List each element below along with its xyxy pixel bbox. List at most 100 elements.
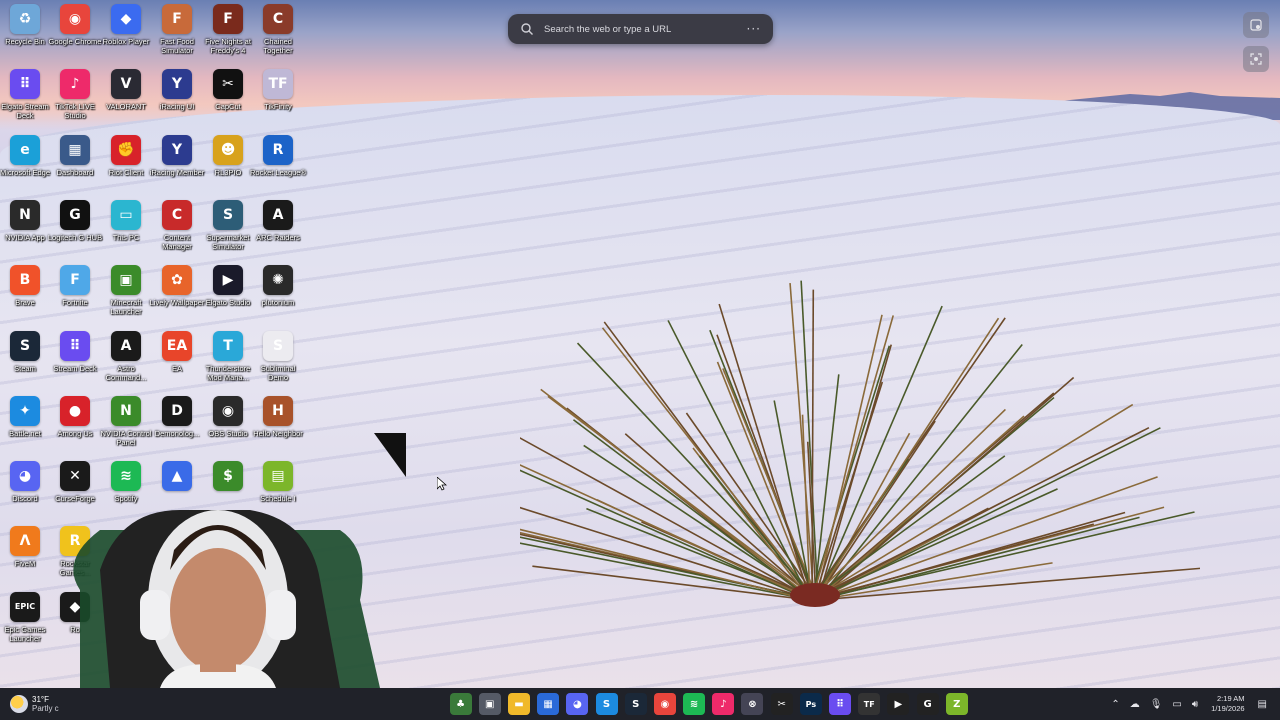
taskbar-photoshop-icon[interactable]: Ps: [799, 693, 822, 715]
desktop-icon[interactable]: ✺ plutonium: [253, 261, 303, 323]
chevron-up-icon[interactable]: ⌃: [1111, 699, 1119, 710]
desktop-icon[interactable]: C Content Manager: [152, 196, 202, 258]
weather-widget[interactable]: 31°F Partly c: [10, 690, 59, 718]
taskbar-file-explorer-icon[interactable]: ▬: [507, 693, 530, 715]
desktop-icon[interactable]: TF TikFinity: [253, 65, 303, 127]
clock-time: 2:19 AM: [1217, 694, 1245, 703]
desktop-icon[interactable]: ✂ CapCut: [203, 65, 253, 127]
taskbar-app-green-icon[interactable]: Z: [945, 693, 968, 715]
clock[interactable]: 2:19 AM 1/19/2026: [1211, 694, 1244, 714]
visual-search-button[interactable]: [1243, 46, 1269, 72]
desktop-icon[interactable]: ● Among Us: [50, 392, 100, 454]
desktop-icon[interactable]: N NVIDIA App: [0, 196, 50, 258]
taskbar-task-view-icon[interactable]: ▣: [478, 693, 501, 715]
volume-icon[interactable]: 🔊︎: [1192, 699, 1198, 710]
desktop-icon-label: Minecraft Launcher: [110, 298, 142, 317]
desktop-icon[interactable]: T Thunderstore Mod Mana...: [203, 327, 253, 389]
desktop-icon[interactable]: ▭ This PC: [101, 196, 151, 258]
desktop-icon[interactable]: F Fortnite: [50, 261, 100, 323]
app-icon: N: [111, 395, 141, 426]
desktop-icon[interactable]: ⠿ Stream Deck: [50, 327, 100, 389]
app-icon: ◉: [213, 395, 243, 426]
taskbar-record-icon[interactable]: ⊗: [741, 693, 764, 715]
desktop-icon-label: plutonium: [261, 298, 295, 308]
cloud-icon[interactable]: ☁: [1130, 699, 1140, 710]
taskbar-ghub-icon[interactable]: G: [916, 693, 939, 715]
desktop-icon[interactable]: YiRacing Member: [149, 131, 205, 193]
desktop-icon-label: Google Chrome: [48, 37, 102, 46]
desktop-icon[interactable]: R Rocket League®: [250, 131, 306, 193]
app-icon: ▭: [111, 199, 141, 230]
taskbar-chrome-icon[interactable]: ◉: [653, 693, 676, 715]
desktop-icon[interactable]: e Microsoft Edge: [0, 131, 50, 193]
desktop-icon[interactable]: ◉ Google Chrome: [48, 0, 102, 62]
desktop-icon[interactable]: F Fast Food Simulator: [152, 0, 202, 62]
more-options-icon[interactable]: ···: [747, 22, 761, 36]
plant-leaf: [520, 437, 815, 601]
search-bar[interactable]: ···: [508, 14, 773, 44]
taskbar-stream-deck-icon[interactable]: ⠿: [829, 693, 852, 715]
desktop-icon[interactable]: D Demonolog...: [152, 392, 202, 454]
taskbar-spotify-icon[interactable]: ≋: [683, 693, 706, 715]
desktop-icon[interactable]: B Brave: [0, 261, 50, 323]
desktop-icon[interactable]: ✿ Lively Wallpaper: [150, 261, 204, 323]
desktop-icon-label: Hello Neighbor: [253, 428, 303, 438]
microphone-icon[interactable]: 🎙︎: [1150, 699, 1163, 710]
desktop-icon-label: Content Manager: [162, 232, 192, 251]
plant-leaf: [813, 476, 1158, 601]
desktop-icon-label: TikTok LIVE Studio: [55, 102, 95, 121]
app-icon: Y: [162, 134, 192, 165]
taskbar-tikfinity-icon[interactable]: TF: [858, 693, 881, 715]
app-icon: A: [263, 199, 293, 230]
copilot-icon: [1250, 19, 1262, 31]
taskbar-discord-icon[interactable]: ◕: [566, 693, 589, 715]
taskbar-shazam-icon[interactable]: S: [595, 693, 618, 715]
taskbar-apps: ♣ ▣ ▬ ▦ ◕ S S ◉ ≋ ♪ ⊗ ✂ Ps ⠿ TF ▶ G Z: [446, 688, 971, 720]
app-icon: G: [60, 199, 90, 230]
taskbar-store-icon[interactable]: ▦: [537, 693, 560, 715]
desktop-icon[interactable]: S Supermarket Simulator: [203, 196, 253, 258]
search-input[interactable]: [542, 22, 747, 36]
weather-temp: 31°F: [32, 695, 49, 704]
desktop-icon[interactable]: F Five Nights at Freddy's 4: [203, 0, 253, 62]
desktop-icon[interactable]: C Chained Together: [253, 0, 303, 62]
screenshot-button[interactable]: [1243, 12, 1269, 38]
desktop-icon[interactable]: ▦ Dashboard: [50, 131, 100, 193]
desktop-icon[interactable]: EA EA: [152, 327, 202, 389]
desktop-icon[interactable]: ◉ OBS Studio: [203, 392, 253, 454]
app-icon: C: [162, 199, 192, 230]
desktop-icon[interactable]: ✊ Riot Client: [101, 131, 151, 193]
desktop-icon[interactable]: N NVIDIA Control Panel: [101, 392, 151, 454]
clock-date: 1/19/2026: [1211, 704, 1245, 713]
desktop-icon[interactable]: ▶ Elgato Studio: [203, 261, 253, 323]
desktop-icon[interactable]: ⠿ Elgato Stream Deck: [0, 65, 50, 127]
desktop-icon[interactable]: V VALORANT: [101, 65, 151, 127]
desktop-icon[interactable]: ☻ RL3PIO: [203, 131, 253, 193]
taskbar-widgets-icon[interactable]: ♣: [449, 693, 472, 715]
network-icon[interactable]: ▭: [1172, 699, 1181, 710]
taskbar-capcut-icon[interactable]: ✂: [770, 693, 793, 715]
desktop-icon[interactable]: S Subliminal Demo: [253, 327, 303, 389]
desktop-icon[interactable]: A Astro Command...: [101, 327, 151, 389]
desktop-icon[interactable]: ♻ Recycle Bin: [0, 0, 50, 62]
desktop-icon[interactable]: A ARC Raiders: [253, 196, 303, 258]
plant-leaf: [813, 511, 1195, 601]
notification-icon[interactable]: ▤: [1258, 699, 1267, 710]
desktop-icon[interactable]: YiRacing UI: [152, 65, 202, 127]
desktop-icon[interactable]: ✦ Battle.net: [0, 392, 50, 454]
desktop-icon[interactable]: ▣ Minecraft Launcher: [101, 261, 151, 323]
app-icon: D: [162, 395, 192, 426]
desktop-icon[interactable]: S Steam: [0, 327, 50, 389]
desktop-icon-label: iRacing Member: [149, 167, 205, 177]
app-icon: ✺: [263, 265, 293, 296]
desktop-icon[interactable]: ♪ TikTok LIVE Studio: [50, 65, 100, 127]
desktop-icon[interactable]: H Hello Neighbor: [253, 392, 303, 454]
app-icon: ◕: [10, 461, 40, 492]
taskbar-steam-icon[interactable]: S: [624, 693, 647, 715]
desktop-icon[interactable]: ◆ Roblox Player: [101, 0, 151, 62]
desktop-icon[interactable]: G Logitech G HUB: [48, 196, 102, 258]
visual-search-icon: [1250, 53, 1262, 65]
app-icon: V: [111, 69, 141, 100]
taskbar-tiktok-icon[interactable]: ♪: [712, 693, 735, 715]
taskbar-elgato-icon[interactable]: ▶: [887, 693, 910, 715]
